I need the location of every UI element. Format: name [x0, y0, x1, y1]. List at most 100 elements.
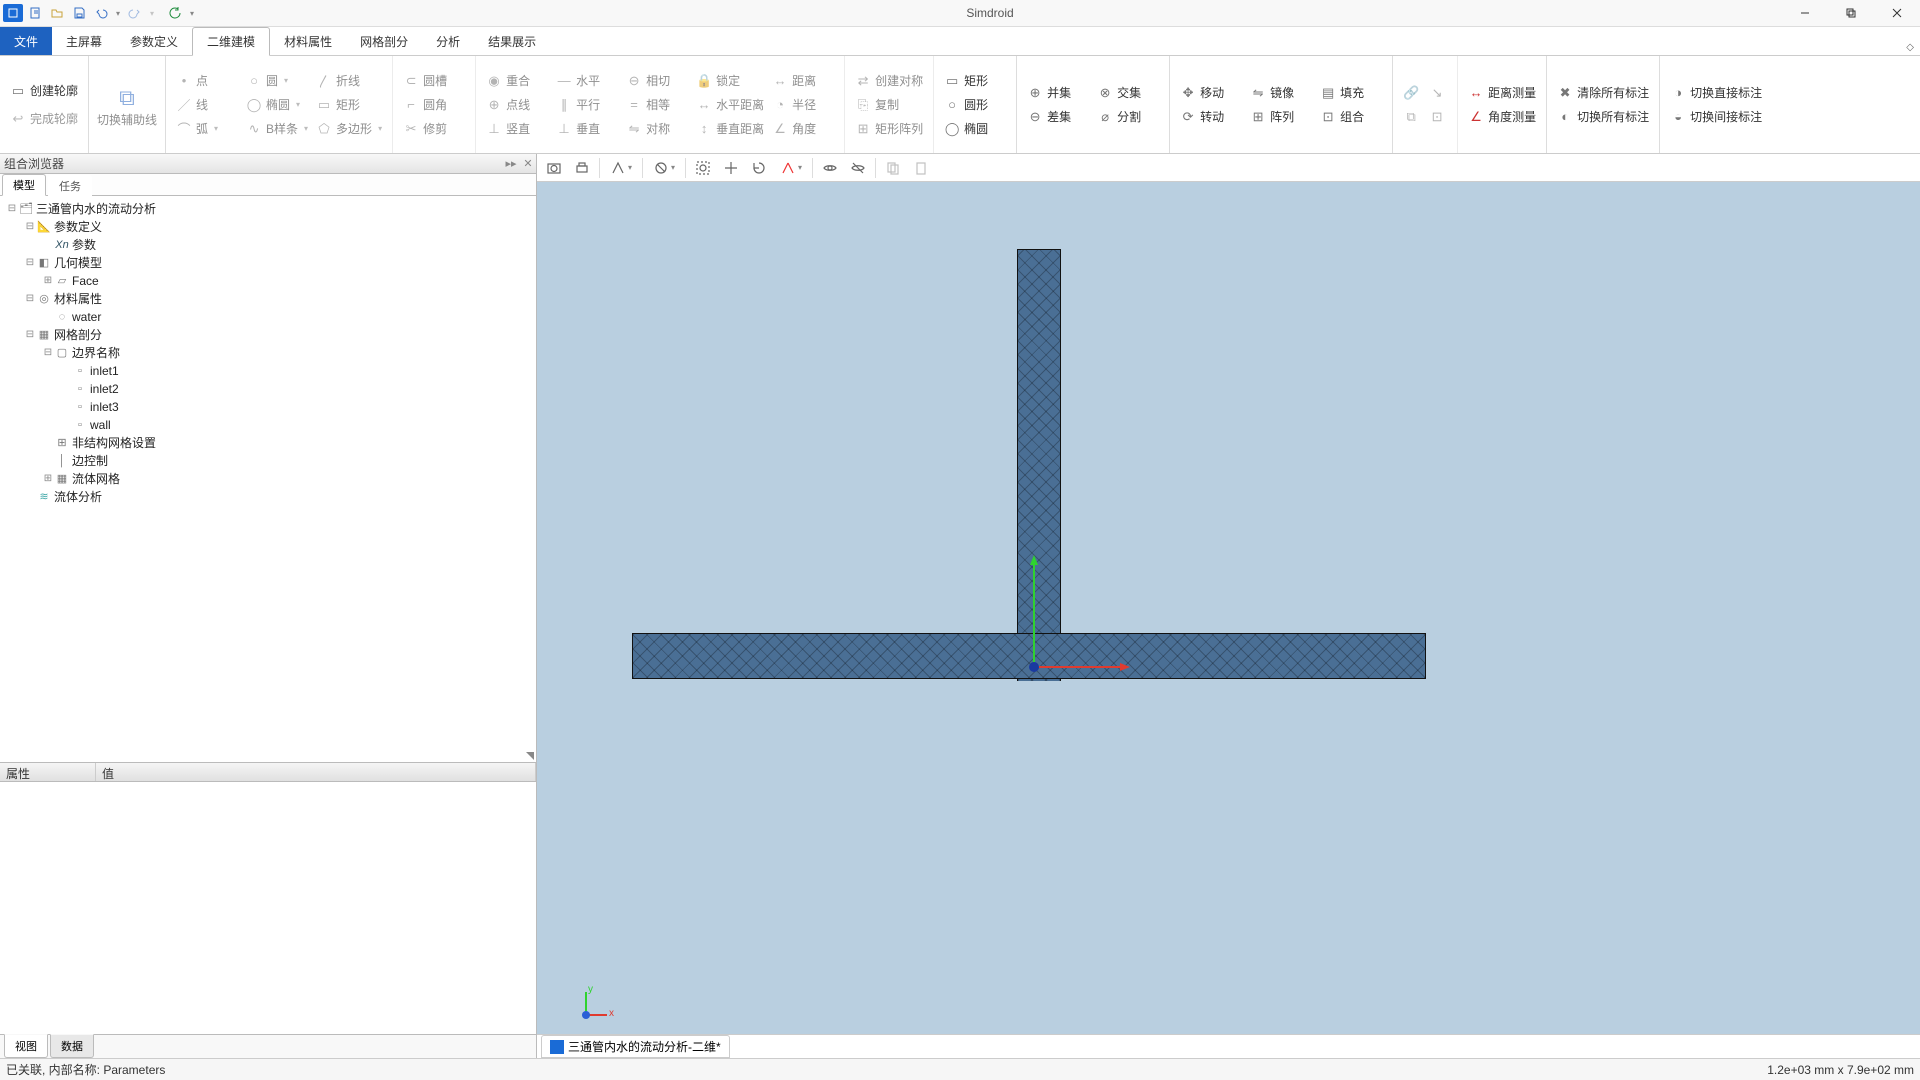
link4-button[interactable]: ⊡: [1425, 105, 1451, 129]
ellshape-button[interactable]: ◯椭圆: [940, 117, 1010, 141]
fillet-button[interactable]: ⌐圆角: [399, 93, 469, 117]
bspline-button[interactable]: ∿B样条▾: [242, 117, 312, 141]
link1-button[interactable]: 🔗: [1399, 81, 1425, 105]
undo-icon[interactable]: [91, 4, 111, 22]
rectshape-button[interactable]: ▭矩形: [940, 69, 1010, 93]
circle-button[interactable]: ○圆▾: [242, 69, 312, 93]
intersect-button[interactable]: ⊗交集: [1093, 81, 1163, 105]
tree-inlet3[interactable]: inlet3: [90, 398, 119, 416]
finish-profile-button[interactable]: ↩完成轮廓: [6, 107, 82, 131]
document-tab[interactable]: 三通管内水的流动分析-二维*: [541, 1035, 730, 1058]
tree-fluidan[interactable]: 流体分析: [54, 488, 102, 506]
browser-tab-model[interactable]: 模型: [2, 174, 46, 196]
print-icon[interactable]: [569, 156, 595, 180]
ribbon-collapse-icon[interactable]: ◇: [1900, 27, 1920, 55]
menu-tab-2dmodel[interactable]: 二维建模: [192, 27, 270, 56]
point-button[interactable]: •点: [172, 69, 242, 93]
3d-canvas[interactable]: yx: [537, 182, 1920, 1034]
menu-tab-params[interactable]: 参数定义: [116, 27, 192, 55]
slot-button[interactable]: ⊂圆槽: [399, 69, 469, 93]
vert-button[interactable]: ⊥竖直: [482, 117, 552, 141]
hdist-button[interactable]: ↔水平距离: [692, 93, 768, 117]
tree-face[interactable]: Face: [72, 272, 99, 290]
arc-button[interactable]: ⌒弧▾: [172, 117, 242, 141]
parallel-button[interactable]: ∥平行: [552, 93, 622, 117]
minimize-button[interactable]: [1782, 0, 1828, 27]
menu-tab-mesh[interactable]: 网格剖分: [346, 27, 422, 55]
tree-bnd[interactable]: 边界名称: [72, 344, 120, 362]
rect-button[interactable]: ▭矩形: [312, 93, 386, 117]
save-icon[interactable]: [69, 4, 89, 22]
tree-water[interactable]: water: [72, 308, 101, 326]
equal-button[interactable]: =相等: [622, 93, 692, 117]
group-button[interactable]: ⊡组合: [1316, 105, 1386, 129]
zoomfit-icon[interactable]: [690, 156, 716, 180]
menu-tab-results[interactable]: 结果展示: [474, 27, 550, 55]
menu-tab-home[interactable]: 主屏幕: [52, 27, 116, 55]
undo-dd-icon[interactable]: ▾: [113, 4, 123, 22]
rotate-button[interactable]: ⟳转动: [1176, 105, 1246, 129]
refresh-icon[interactable]: [165, 4, 185, 22]
coinc-button[interactable]: ◉重合: [482, 69, 552, 93]
pan-icon[interactable]: [718, 156, 744, 180]
rectarr-button[interactable]: ⊞矩形阵列: [851, 117, 927, 141]
style-dd-icon[interactable]: ▾: [647, 156, 681, 180]
axis-dd-icon[interactable]: ▾: [774, 156, 808, 180]
tree-paramdef[interactable]: 参数定义: [54, 218, 102, 236]
fill-button[interactable]: ▤填充: [1316, 81, 1386, 105]
toggleall-button[interactable]: ◐切换所有标注: [1553, 105, 1653, 129]
distmeas-button[interactable]: ↔距离测量: [1464, 81, 1540, 105]
tree-wall[interactable]: wall: [90, 416, 111, 434]
qat-customize-icon[interactable]: ▾: [187, 4, 197, 22]
tree-root[interactable]: 三通管内水的流动分析: [36, 200, 156, 218]
createsym-button[interactable]: ⇄创建对称: [851, 69, 927, 93]
ellipse-button[interactable]: ◯椭圆▾: [242, 93, 312, 117]
close-button[interactable]: [1874, 0, 1920, 27]
menu-file[interactable]: 文件: [0, 27, 52, 55]
polyline-button[interactable]: 〳折线: [312, 69, 386, 93]
copy-icon2[interactable]: [880, 156, 906, 180]
snapshot-icon[interactable]: [541, 156, 567, 180]
radius-button[interactable]: ◔半径: [768, 93, 838, 117]
create-profile-button[interactable]: ▭创建轮廓: [6, 79, 82, 103]
trim-button[interactable]: ✂修剪: [399, 117, 469, 141]
bottom-tab-view[interactable]: 视图: [4, 1034, 48, 1058]
show-icon[interactable]: [817, 156, 843, 180]
clearall-button[interactable]: ✖清除所有标注: [1553, 81, 1653, 105]
vdist-button[interactable]: ↕垂直距离: [692, 117, 768, 141]
menu-tab-material[interactable]: 材料属性: [270, 27, 346, 55]
circshape-button[interactable]: ○圆形: [940, 93, 1010, 117]
tree-edgectrl[interactable]: 边控制: [72, 452, 108, 470]
tree-inlet1[interactable]: inlet1: [90, 362, 119, 380]
split-button[interactable]: ⌀分割: [1093, 105, 1163, 129]
link2-button[interactable]: ⧉: [1399, 105, 1425, 129]
hide-icon[interactable]: [845, 156, 871, 180]
toggleind-button[interactable]: ◒切换间接标注: [1666, 105, 1766, 129]
tree-material[interactable]: 材料属性: [54, 290, 102, 308]
link3-button[interactable]: ↘: [1425, 81, 1451, 105]
toggle-aux-button[interactable]: ⧉切换辅助线: [95, 63, 159, 147]
paste-icon[interactable]: [908, 156, 934, 180]
sym-button[interactable]: ⇋对称: [622, 117, 692, 141]
new-file-icon[interactable]: [25, 4, 45, 22]
panel-prev-icon[interactable]: ▸▸: [503, 156, 519, 172]
tree-params[interactable]: 参数: [72, 236, 96, 254]
polygon-button[interactable]: ⬠多边形▾: [312, 117, 386, 141]
browser-tab-task[interactable]: 任务: [48, 175, 92, 196]
dist-button[interactable]: ↔距离: [768, 69, 838, 93]
rotate-icon[interactable]: [746, 156, 772, 180]
open-file-icon[interactable]: [47, 4, 67, 22]
tree-geom[interactable]: 几何模型: [54, 254, 102, 272]
angmeas-button[interactable]: ∠角度测量: [1464, 105, 1540, 129]
bottom-tab-data[interactable]: 数据: [50, 1034, 94, 1058]
diff-button[interactable]: ⊖差集: [1023, 105, 1093, 129]
model-tree[interactable]: ⊟🗂三通管内水的流动分析 ⊟📐参数定义 Xn参数 ⊟◧几何模型 ⊞▱Face ⊟…: [0, 196, 536, 762]
tree-inlet2[interactable]: inlet2: [90, 380, 119, 398]
tree-mesh[interactable]: 网格剖分: [54, 326, 102, 344]
menu-tab-analysis[interactable]: 分析: [422, 27, 474, 55]
tangent-button[interactable]: ⊖相切: [622, 69, 692, 93]
line-button[interactable]: ／线: [172, 93, 242, 117]
lock-button[interactable]: 🔒锁定: [692, 69, 768, 93]
redo-dd-icon[interactable]: ▾: [147, 4, 157, 22]
maximize-button[interactable]: [1828, 0, 1874, 27]
